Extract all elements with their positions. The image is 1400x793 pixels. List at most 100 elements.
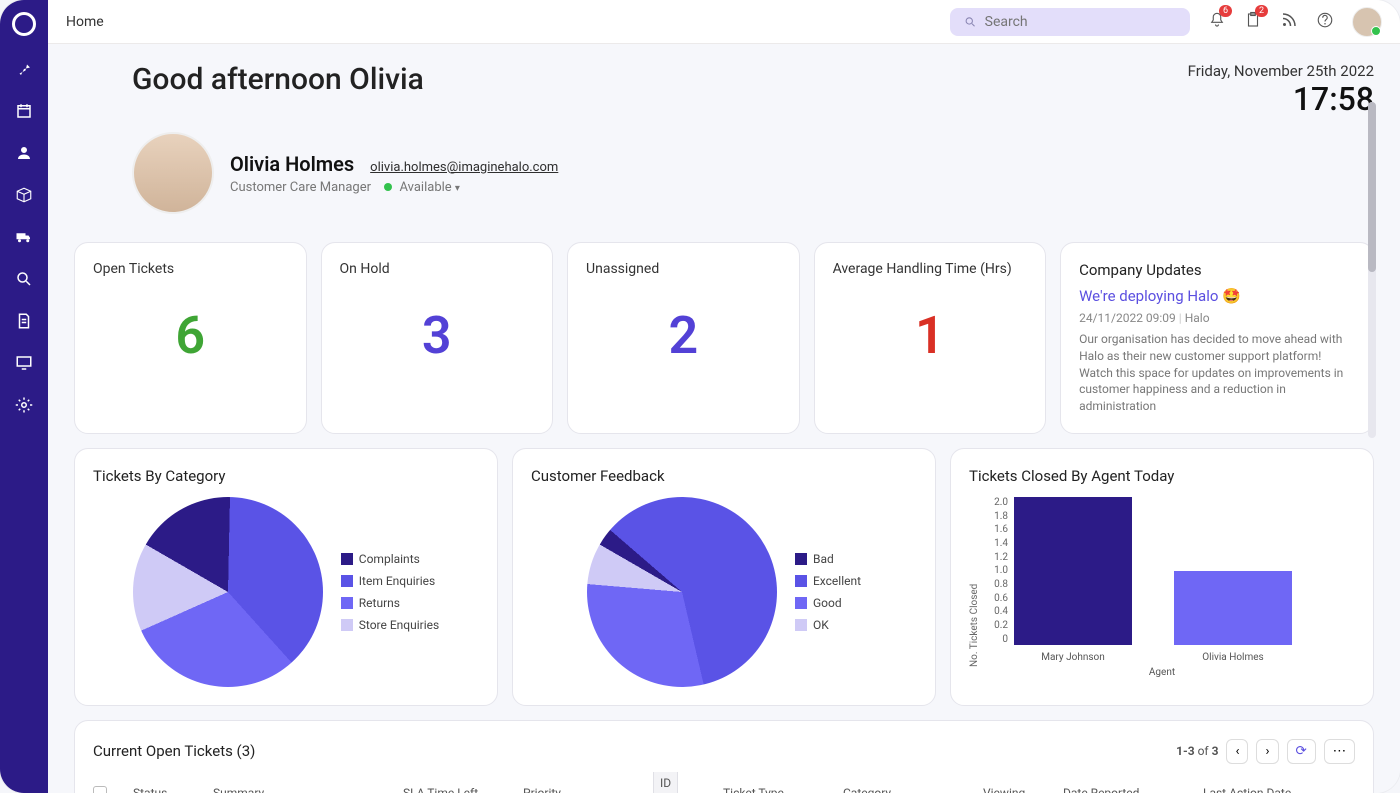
- col-category[interactable]: Category: [843, 786, 983, 793]
- pin-icon[interactable]: [15, 60, 33, 78]
- box-icon[interactable]: [15, 186, 33, 204]
- legend-item: Item Enquiries: [341, 574, 439, 588]
- col-priority[interactable]: Priority: [523, 786, 653, 793]
- datetime: Friday, November 25th 2022 17:58: [1188, 62, 1374, 118]
- sidebar: [0, 0, 48, 793]
- chart-tickets-closed: Tickets Closed By Agent Today No. Ticket…: [950, 448, 1374, 706]
- stat-on-hold[interactable]: On Hold 3: [321, 242, 554, 434]
- stat-value: 1: [833, 305, 1028, 366]
- y-axis-label: No. Tickets Closed: [969, 497, 980, 667]
- x-axis-label: Agent: [969, 667, 1355, 678]
- stat-value: 2: [586, 305, 781, 366]
- status-dot-icon: [384, 183, 392, 191]
- document-icon[interactable]: [15, 312, 33, 330]
- profile-section: Olivia Holmes olivia.holmes@imaginehalo.…: [132, 132, 1374, 214]
- page-greeting: Good afternoon Olivia: [132, 62, 424, 97]
- pie-chart: [587, 497, 777, 687]
- next-page-button[interactable]: ›: [1256, 739, 1278, 764]
- stat-open-tickets[interactable]: Open Tickets 6: [74, 242, 307, 434]
- updates-meta: 24/11/2022 09:09Halo: [1079, 311, 1355, 325]
- refresh-button[interactable]: ⟳: [1287, 739, 1316, 764]
- notifications-button[interactable]: 6: [1208, 11, 1226, 33]
- scrollbar-track[interactable]: [1368, 102, 1376, 438]
- scrollbar-thumb[interactable]: [1368, 102, 1376, 272]
- clipboard-badge: 2: [1255, 5, 1268, 17]
- profile-role: Customer Care Manager: [230, 180, 371, 195]
- search-icon[interactable]: [15, 270, 33, 288]
- col-type[interactable]: Ticket Type: [723, 786, 843, 793]
- pie-chart: [133, 497, 323, 687]
- monitor-icon[interactable]: [15, 354, 33, 372]
- chart-tickets-by-category: Tickets By Category Complaints Item Enqui…: [74, 448, 498, 706]
- stat-label: Open Tickets: [93, 261, 288, 277]
- help-button[interactable]: [1316, 11, 1334, 33]
- stat-avg-handling[interactable]: Average Handling Time (Hrs) 1: [814, 242, 1047, 434]
- search-icon: [964, 15, 977, 29]
- chart-legend: Bad Excellent Good OK: [795, 552, 861, 632]
- updates-headline[interactable]: We're deploying Halo 🤩: [1079, 287, 1355, 305]
- profile-name: Olivia Holmes: [230, 152, 354, 176]
- breadcrumb[interactable]: Home: [66, 14, 104, 30]
- prev-page-button[interactable]: ‹: [1226, 739, 1248, 764]
- bars-area: Mary Johnson Olivia Holmes: [1014, 497, 1292, 667]
- legend-item: Store Enquiries: [341, 618, 439, 632]
- col-viewing[interactable]: Viewing: [983, 786, 1063, 793]
- legend-item: OK: [795, 618, 861, 632]
- bar-0: Mary Johnson: [1014, 497, 1132, 645]
- app-logo[interactable]: [12, 12, 36, 36]
- chart-title: Tickets Closed By Agent Today: [969, 467, 1355, 485]
- stat-value: 3: [340, 305, 535, 366]
- help-icon: [1316, 11, 1334, 29]
- notifications-badge: 6: [1219, 5, 1232, 17]
- stat-label: Unassigned: [586, 261, 781, 277]
- legend-item: Bad: [795, 552, 861, 566]
- col-reported[interactable]: Date Reported: [1063, 786, 1203, 793]
- user-avatar[interactable]: [1352, 7, 1382, 37]
- col-id[interactable]: ID: [653, 772, 678, 793]
- table-header: Status Summary SLA Time Left Priority ID…: [93, 774, 1355, 793]
- tickets-table: Status Summary SLA Time Left Priority ID…: [93, 774, 1355, 793]
- stat-label: On Hold: [340, 261, 535, 277]
- clipboard-button[interactable]: 2: [1244, 11, 1262, 33]
- profile-avatar: [132, 132, 214, 214]
- col-sla[interactable]: SLA Time Left: [403, 786, 523, 793]
- search-input[interactable]: [985, 14, 1176, 30]
- calendar-icon[interactable]: [15, 102, 33, 120]
- pager-total: 3: [1212, 744, 1219, 758]
- updates-title: Company Updates: [1079, 261, 1355, 279]
- rss-icon: [1280, 11, 1298, 29]
- col-status[interactable]: Status: [133, 786, 213, 793]
- col-last[interactable]: Last Action Date: [1203, 786, 1343, 793]
- profile-status[interactable]: Available: [399, 180, 451, 195]
- stat-unassigned[interactable]: Unassigned 2: [567, 242, 800, 434]
- current-open-tickets-card: Current Open Tickets (3) 1-3 of 3 ‹ › ⟳ …: [74, 720, 1374, 793]
- legend-item: Returns: [341, 596, 439, 610]
- bar-1: Olivia Holmes: [1174, 571, 1292, 645]
- stat-label: Average Handling Time (Hrs): [833, 261, 1028, 277]
- profile-email[interactable]: olivia.holmes@imaginehalo.com: [370, 160, 558, 175]
- settings-icon[interactable]: [15, 396, 33, 414]
- time-label: 17:58: [1188, 80, 1374, 118]
- chart-title: Tickets By Category: [93, 467, 479, 485]
- feed-button[interactable]: [1280, 11, 1298, 33]
- chart-title: Customer Feedback: [531, 467, 917, 485]
- tickets-title: Current Open Tickets (3): [93, 742, 255, 760]
- y-axis-ticks: 2.01.81.61.41.21.00.80.60.40.20: [984, 497, 1008, 667]
- legend-item: Complaints: [341, 552, 439, 566]
- user-icon[interactable]: [15, 144, 33, 162]
- truck-icon[interactable]: [15, 228, 33, 246]
- topbar: Home 6 2: [48, 0, 1400, 44]
- chart-legend: Complaints Item Enquiries Returns Store Enq…: [341, 552, 439, 632]
- col-summary[interactable]: Summary: [213, 786, 403, 793]
- search-box[interactable]: [950, 8, 1190, 36]
- updates-body: Our organisation has decided to move ahe…: [1079, 331, 1355, 415]
- legend-item: Good: [795, 596, 861, 610]
- more-button[interactable]: ⋯: [1324, 739, 1355, 764]
- pager-range: 1-3: [1176, 744, 1195, 758]
- date-label: Friday, November 25th 2022: [1188, 62, 1374, 80]
- select-all-checkbox[interactable]: [93, 786, 107, 793]
- chevron-down-icon[interactable]: ▾: [455, 183, 460, 194]
- chart-customer-feedback: Customer Feedback Bad Excellent Good OK: [512, 448, 936, 706]
- legend-item: Excellent: [795, 574, 861, 588]
- company-updates-card: Company Updates We're deploying Halo 🤩 2…: [1060, 242, 1374, 434]
